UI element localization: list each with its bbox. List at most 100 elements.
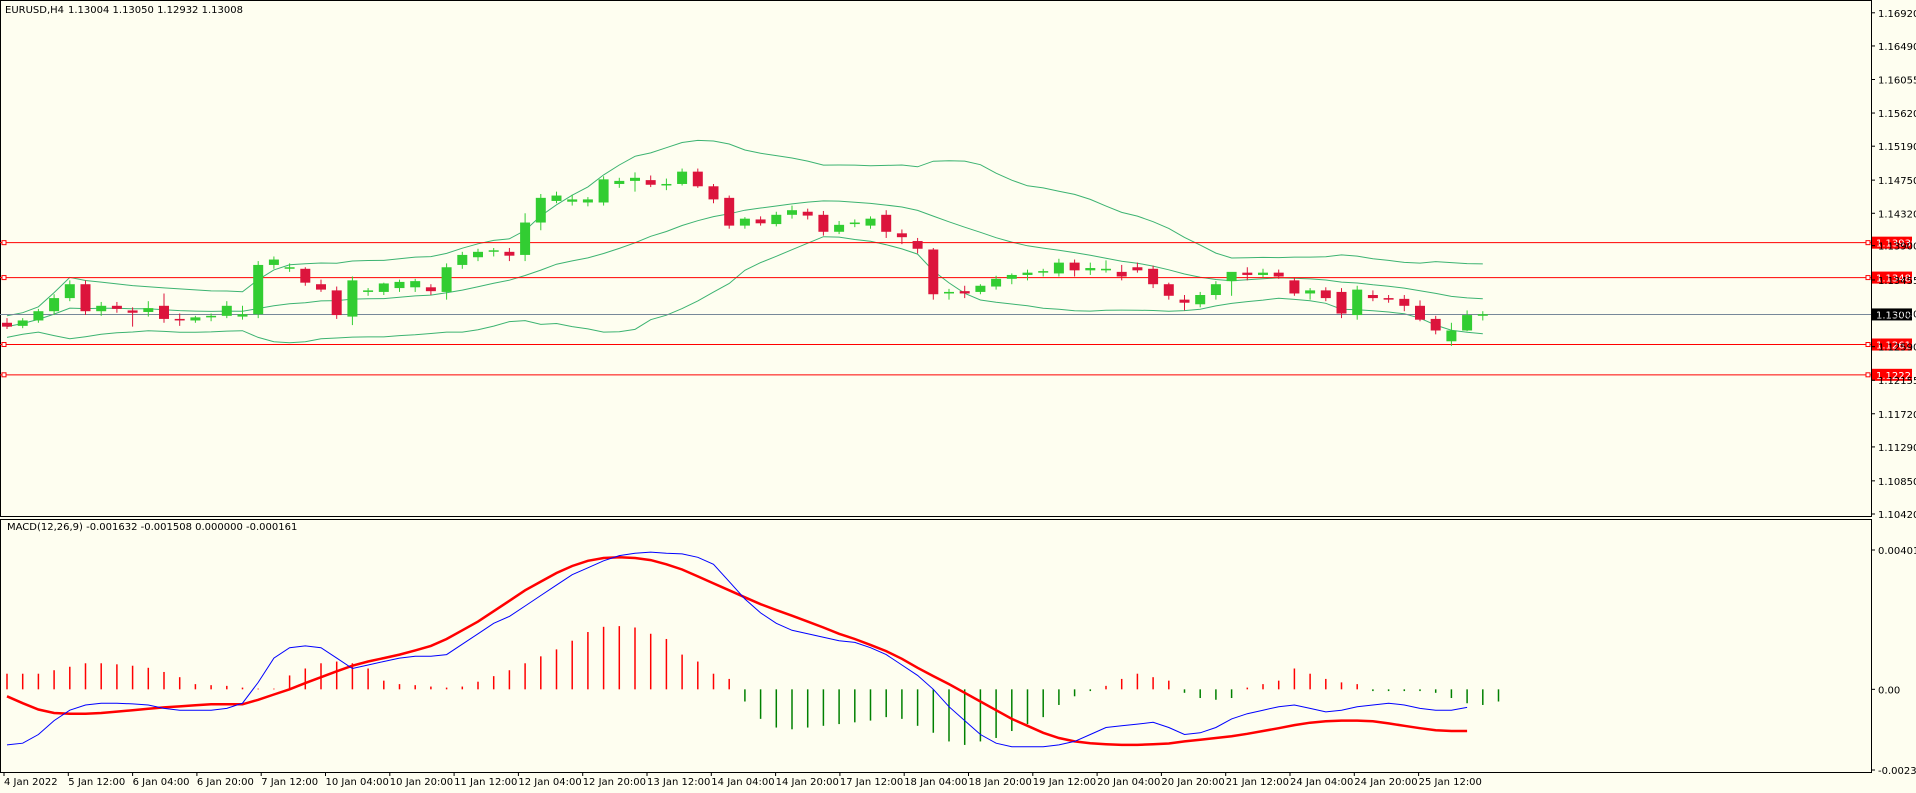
price-tick-label: 1.11720 — [1878, 410, 1916, 421]
bear-candle-body — [912, 241, 923, 249]
bear-candle-body — [316, 284, 326, 290]
bull-candle-body — [394, 281, 405, 289]
bull-candle-body — [1258, 272, 1268, 275]
bull-candle-body — [17, 320, 28, 326]
bull-candle-body — [567, 199, 578, 202]
bear-candle-body — [755, 219, 766, 224]
bear-candle-body — [896, 233, 907, 238]
bull-candle-body — [143, 308, 154, 312]
bear-candle-body — [1179, 299, 1190, 303]
bull-candle-body — [410, 281, 421, 288]
level-anchor-right[interactable] — [1865, 240, 1871, 246]
price-tick-label: 1.13020 — [1878, 310, 1916, 321]
bear-candle-body — [1069, 262, 1080, 271]
bull-candle-body — [1305, 290, 1316, 294]
time-tick-label: 7 Jan 12:00 — [261, 777, 318, 788]
bull-candle-body — [1101, 268, 1111, 271]
level-anchor-right[interactable] — [1865, 342, 1871, 348]
bull-candle-body — [284, 267, 295, 269]
bull-candle-body — [520, 222, 531, 255]
time-tick-label: 18 Jan 04:00 — [904, 777, 967, 788]
bull-candle-body — [49, 298, 60, 312]
bear-candle-body — [1242, 272, 1253, 275]
chart-background — [0, 0, 1916, 793]
price-tick-label: 1.10420 — [1878, 510, 1916, 521]
chart-canvas[interactable]: 1.139391.134861.126181.122251.13008 1.16… — [0, 0, 1916, 793]
bull-candle-body — [551, 195, 562, 201]
trading-chart[interactable]: 1.13939 1.13486 1.12618 1.12225 1.13008 1.16… — [0, 0, 1916, 793]
time-tick-label: 6 Jan 20:00 — [197, 777, 254, 788]
macd-tick-label: 0.004011 — [1878, 546, 1916, 557]
bear-candle-body — [802, 211, 813, 216]
bear-candle-body — [818, 214, 829, 232]
bull-candle-body — [975, 285, 986, 292]
bear-candle-body — [1132, 267, 1143, 271]
time-tick-label: 10 Jan 20:00 — [390, 777, 453, 788]
bear-candle-body — [1336, 291, 1347, 314]
bull-candle-body — [268, 259, 279, 265]
time-tick-label: 14 Jan 04:00 — [711, 777, 774, 788]
price-tick-label: 1.14320 — [1878, 209, 1916, 220]
level-anchor-left[interactable] — [1, 240, 7, 246]
time-tick-label: 12 Jan 04:00 — [518, 777, 581, 788]
level-anchor-right[interactable] — [1865, 275, 1871, 281]
time-tick-label: 18 Jan 20:00 — [969, 777, 1032, 788]
bull-candle-body — [347, 280, 358, 317]
price-tick-label: 1.16055 — [1878, 75, 1916, 86]
bear-candle-body — [1116, 271, 1127, 277]
bull-candle-body — [849, 222, 860, 225]
time-tick-label: 17 Jan 12:00 — [840, 777, 903, 788]
bear-candle-body — [1430, 318, 1441, 331]
bear-candle-body — [928, 249, 939, 295]
bull-candle-body — [221, 305, 232, 316]
time-tick-label: 11 Jan 12:00 — [454, 777, 517, 788]
bear-candle-body — [1415, 305, 1425, 320]
bear-candle-body — [300, 268, 311, 283]
price-tick-label: 1.15190 — [1878, 142, 1916, 153]
bull-candle-body — [488, 250, 499, 252]
bear-candle-body — [504, 251, 515, 256]
bull-candle-body — [787, 210, 797, 215]
time-tick-label: 14 Jan 20:00 — [776, 777, 839, 788]
bull-candle-body — [1053, 262, 1064, 274]
time-tick-label: 21 Jan 12:00 — [1226, 777, 1289, 788]
bull-candle-body — [1195, 295, 1206, 305]
bull-candle-body — [237, 314, 248, 317]
bull-candle-body — [1226, 271, 1237, 282]
bear-candle-body — [111, 305, 122, 309]
bull-candle-body — [1477, 314, 1488, 316]
macd-header-label: MACD(12,26,9) -0.001632 -0.001508 0.0000… — [7, 522, 297, 533]
bull-candle-body — [190, 317, 201, 321]
bear-candle-body — [959, 291, 970, 294]
time-tick-label: 24 Jan 04:00 — [1290, 777, 1353, 788]
bull-candle-body — [1085, 268, 1096, 271]
bull-candle-body — [598, 179, 609, 203]
bull-candle-body — [865, 218, 876, 226]
bull-candle-body — [614, 180, 625, 184]
bull-candle-body — [1006, 274, 1017, 279]
price-tick-label: 1.12155 — [1878, 376, 1916, 387]
bull-candle-body — [535, 197, 546, 223]
level-anchor-left[interactable] — [1, 372, 7, 378]
price-tick-label: 1.16920 — [1878, 9, 1916, 20]
bear-candle-body — [1320, 290, 1331, 299]
bear-candle-body — [1273, 272, 1284, 277]
bull-candle-body — [582, 199, 593, 203]
price-tick-label: 1.15620 — [1878, 109, 1916, 120]
bull-candle-body — [457, 254, 468, 265]
level-anchor-right[interactable] — [1865, 372, 1871, 378]
bull-candle-body — [441, 267, 452, 292]
bull-candle-body — [1462, 315, 1473, 331]
level-anchor-left[interactable] — [1, 342, 7, 348]
time-tick-label: 19 Jan 12:00 — [1033, 777, 1096, 788]
level-anchor-left[interactable] — [1, 275, 7, 281]
macd-tick-label: 0.00 — [1878, 685, 1900, 696]
time-tick-label: 20 Jan 20:00 — [1161, 777, 1224, 788]
time-tick-label: 13 Jan 12:00 — [647, 777, 710, 788]
price-tick-label: 1.11290 — [1878, 443, 1916, 454]
bear-candle-body — [174, 318, 185, 321]
bear-candle-body — [881, 214, 892, 232]
bear-candle-body — [80, 284, 91, 312]
bear-candle-body — [645, 180, 656, 185]
time-tick-label: 10 Jan 04:00 — [326, 777, 389, 788]
